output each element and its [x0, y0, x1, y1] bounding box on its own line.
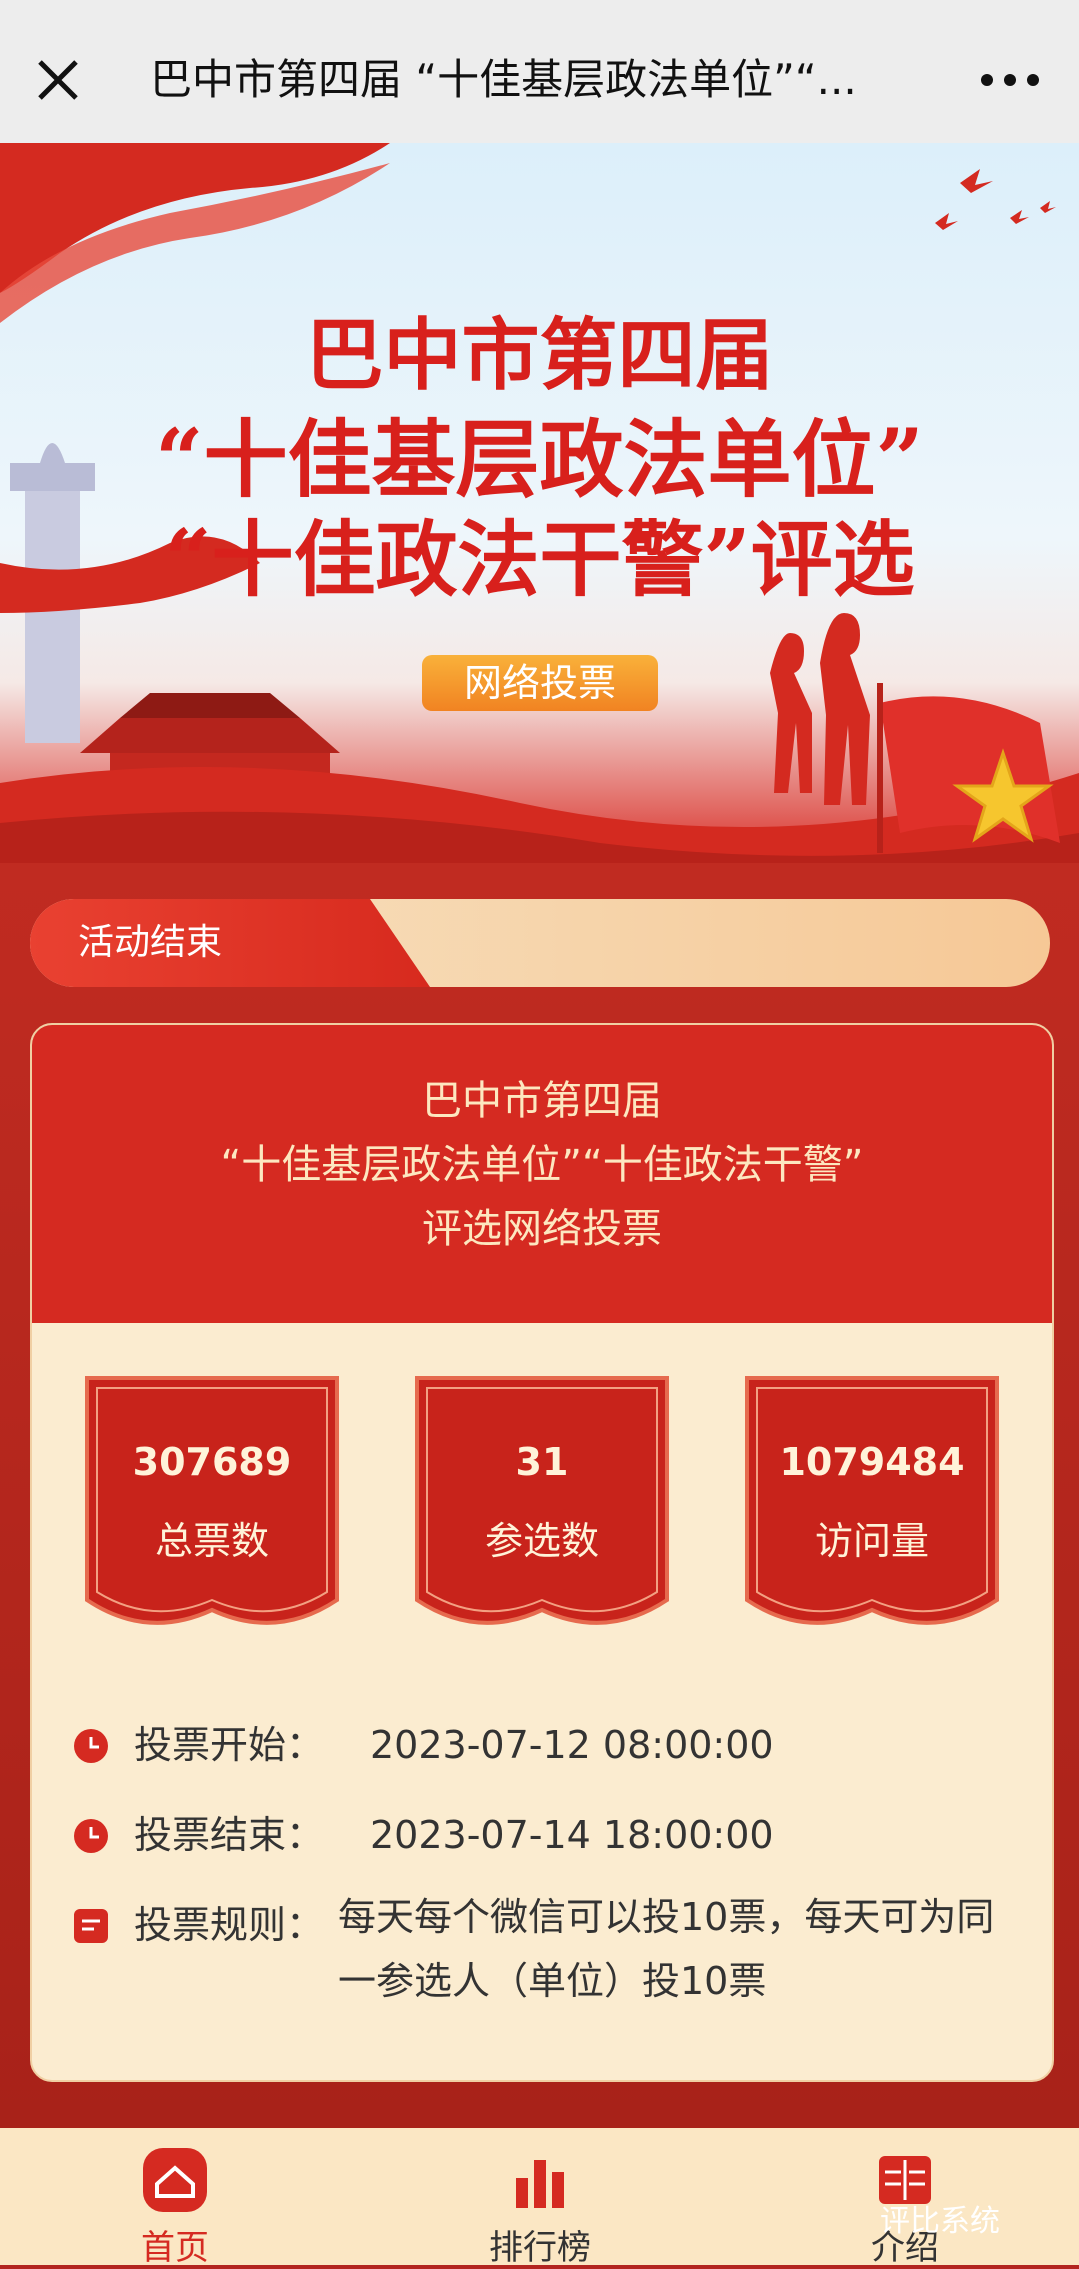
rules-icon — [74, 1909, 108, 1943]
vote-start-label: 投票开始： — [134, 1723, 325, 1767]
banner-title-line1: 巴中市第四届 — [305, 310, 774, 401]
clock-icon — [74, 1819, 108, 1853]
card-heading-line1: 巴中市第四届 — [422, 1078, 662, 1124]
card-heading-line2: “十佳基层政法单位”“十佳政法干警” — [220, 1142, 864, 1188]
top-bar: 巴中市第四届 “十佳基层政法单位”“... — [0, 0, 1079, 160]
stat-label: 访问量 — [814, 1519, 929, 1563]
nav-ranking[interactable]: 排行榜 — [440, 2148, 640, 2268]
nav-home[interactable]: 首页 — [75, 2148, 275, 2268]
hero-banner: 巴中市第四届 “十佳基层政法单位” “十佳政法干警”评选 网络投票 — [0, 143, 1079, 863]
ranking-icon — [516, 2160, 564, 2208]
vote-badge: 网络投票 — [422, 655, 658, 711]
stat-value: 307689 — [132, 1440, 292, 1484]
activity-status-bar: 活动结束 — [30, 899, 1050, 987]
watermark: 评比系统 — [880, 2204, 1000, 2239]
vote-rule-label: 投票规则： — [134, 1903, 325, 1947]
stat-label: 参选数 — [484, 1519, 599, 1563]
close-icon[interactable] — [28, 50, 88, 110]
status-label: 活动结束 — [78, 922, 223, 963]
main-content: 活动结束 巴中市第四届 “十佳基层政法单位”“十佳政法干警” 评选网络投票 30… — [0, 863, 1079, 2128]
stat-label: 总票数 — [154, 1519, 269, 1563]
vote-end-value: 2023-07-14 18:00:00 — [370, 1813, 774, 1857]
vote-start-value: 2023-07-12 08:00:00 — [370, 1723, 774, 1767]
vote-end-label: 投票结束： — [134, 1813, 325, 1857]
nav-ranking-label: 排行榜 — [489, 2228, 591, 2268]
home-icon — [143, 2148, 207, 2212]
more-icon[interactable] — [975, 60, 1045, 100]
stat-candidates: 31 参选数 — [407, 1370, 677, 1650]
card-heading-line3: 评选网络投票 — [422, 1206, 662, 1252]
stat-visits: 1079484 访问量 — [737, 1370, 1007, 1650]
page-title: 巴中市第四届 “十佳基层政法单位”“... — [150, 55, 857, 104]
clock-icon — [74, 1729, 108, 1763]
banner-title-line3: “十佳政法干警”评选 — [164, 512, 915, 608]
stat-total-votes: 307689 总票数 — [77, 1370, 347, 1650]
nav-home-label: 首页 — [141, 2228, 209, 2268]
card-heading: 巴中市第四届 “十佳基层政法单位”“十佳政法干警” 评选网络投票 — [32, 1025, 1052, 1323]
vote-rule-value: 每天每个微信可以投10票，每天可为同一参选人（单位）投10票 — [338, 1895, 995, 2003]
stat-value: 1079484 — [779, 1440, 965, 1484]
stat-value: 31 — [515, 1440, 569, 1484]
